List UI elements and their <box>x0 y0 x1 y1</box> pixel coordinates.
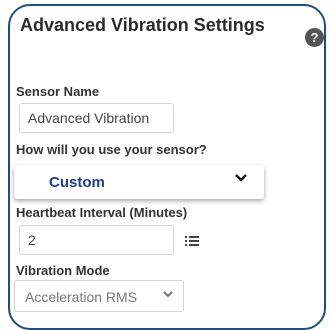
chevron-down-icon <box>162 288 174 303</box>
sensor-name-input[interactable] <box>19 103 174 133</box>
usage-select[interactable]: Custom <box>14 165 264 199</box>
list-icon[interactable] <box>185 235 199 247</box>
chevron-down-icon <box>234 171 248 190</box>
usage-label: How will you use your sensor? <box>16 142 207 157</box>
question-icon[interactable]: ? <box>305 28 324 47</box>
vibration-mode-selected-value: Acceleration RMS <box>25 289 138 305</box>
vibration-mode-label: Vibration Mode <box>16 263 110 278</box>
heartbeat-input[interactable] <box>19 225 174 255</box>
vibration-mode-select[interactable]: Acceleration RMS <box>14 280 184 312</box>
usage-selected-value: Custom <box>49 174 105 191</box>
sensor-name-label: Sensor Name <box>16 84 100 99</box>
heartbeat-label: Heartbeat Interval (Minutes) <box>16 205 188 220</box>
panel-title: Advanced Vibration Settings <box>20 15 265 35</box>
